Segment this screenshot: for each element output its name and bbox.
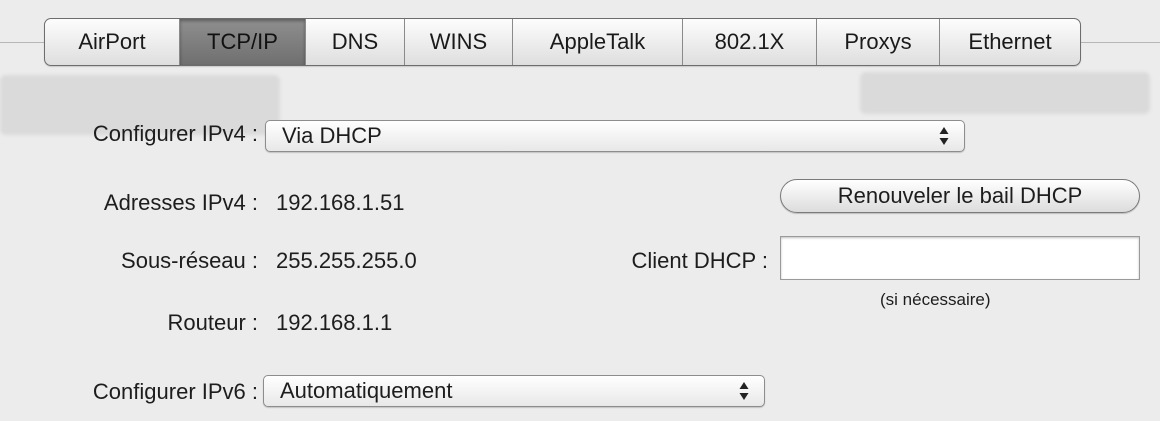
tab-dns[interactable]: DNS <box>305 19 404 65</box>
dhcp-client-hint: (si nécessaire) <box>880 290 991 309</box>
configure-ipv6-value: Automatiquement <box>280 378 453 403</box>
router-value: 192.168.1.1 <box>276 310 393 335</box>
ipv4-address-label: Adresses IPv4 : <box>103 190 258 215</box>
tab-bar: AirPort TCP/IP DNS WINS AppleTalk 802.1X… <box>44 18 1081 66</box>
router-label: Routeur : <box>167 310 259 335</box>
background-button <box>860 72 1150 114</box>
tab-proxys[interactable]: Proxys <box>816 19 939 65</box>
tab-wins[interactable]: WINS <box>404 19 512 65</box>
renew-dhcp-lease-button[interactable]: Renouveler le bail DHCP <box>780 179 1140 213</box>
tab-ethernet[interactable]: Ethernet <box>939 19 1080 65</box>
subnet-label: Sous-réseau : <box>121 248 258 273</box>
configure-ipv4-label: Configurer IPv4 : <box>92 121 258 146</box>
tab-tcp-ip[interactable]: TCP/IP <box>179 19 305 65</box>
dhcp-client-field[interactable] <box>780 236 1140 280</box>
configure-ipv6-popup[interactable]: Automatiquement <box>263 375 765 407</box>
subnet-value: 255.255.255.0 <box>276 248 417 273</box>
up-down-arrows-icon <box>939 127 949 145</box>
tab-airport[interactable]: AirPort <box>45 19 179 65</box>
configure-ipv4-popup[interactable]: Via DHCP <box>265 120 965 152</box>
tab-appletalk[interactable]: AppleTalk <box>512 19 682 65</box>
dhcp-client-label: Client DHCP : <box>631 248 768 273</box>
configure-ipv4-value: Via DHCP <box>282 123 382 148</box>
up-down-arrows-icon <box>739 382 749 400</box>
configure-ipv6-label: Configurer IPv6 : <box>92 379 258 404</box>
ipv4-address-value: 192.168.1.51 <box>276 190 405 215</box>
tab-802-1x[interactable]: 802.1X <box>682 19 816 65</box>
